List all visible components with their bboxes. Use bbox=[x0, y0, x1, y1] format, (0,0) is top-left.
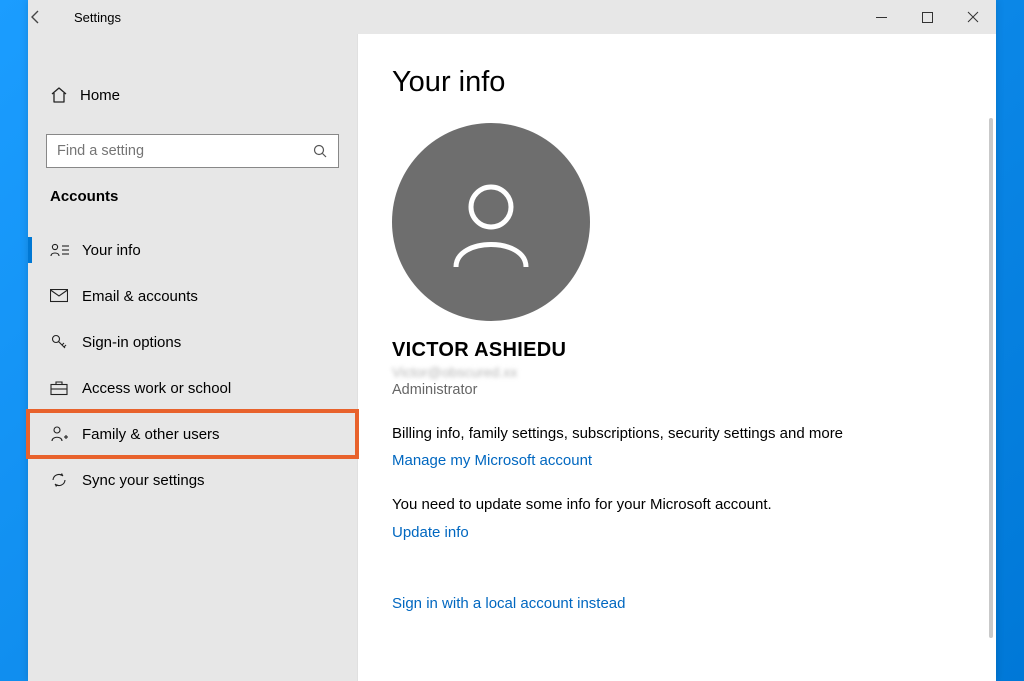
home-button[interactable]: Home bbox=[28, 74, 357, 116]
nav-list: Your info Email & accounts Sign-in optio… bbox=[28, 227, 357, 503]
settings-window: Settings Home bbox=[28, 0, 996, 681]
sidebar: Home Accounts Your info bbox=[28, 34, 358, 681]
nav-label: Email & accounts bbox=[82, 288, 198, 305]
nav-label: Your info bbox=[82, 242, 141, 259]
nav-label: Family & other users bbox=[82, 426, 220, 443]
user-name: VICTOR ASHIEDU bbox=[392, 339, 962, 362]
content-area: Your info VICTOR ASHIEDU Victor@obscured… bbox=[358, 34, 996, 681]
nav-sync-settings[interactable]: Sync your settings bbox=[28, 457, 357, 503]
nav-family-other-users[interactable]: Family & other users bbox=[28, 411, 357, 457]
home-label: Home bbox=[80, 87, 120, 104]
manage-account-link[interactable]: Manage my Microsoft account bbox=[392, 452, 592, 469]
back-button[interactable] bbox=[28, 9, 74, 25]
nav-email-accounts[interactable]: Email & accounts bbox=[28, 273, 357, 319]
nav-label: Sync your settings bbox=[82, 472, 205, 489]
window-title: Settings bbox=[74, 10, 121, 25]
scrollbar[interactable] bbox=[989, 118, 993, 638]
nav-your-info[interactable]: Your info bbox=[28, 227, 357, 273]
page-title: Your info bbox=[392, 66, 962, 99]
sync-icon bbox=[50, 471, 82, 489]
home-icon bbox=[50, 86, 80, 104]
search-input[interactable] bbox=[57, 143, 312, 159]
user-email: Victor@obscured.xx bbox=[392, 364, 962, 380]
nav-label: Access work or school bbox=[82, 380, 231, 397]
add-user-icon bbox=[50, 425, 82, 443]
titlebar: Settings bbox=[28, 0, 996, 34]
search-icon bbox=[312, 143, 328, 159]
briefcase-icon bbox=[50, 380, 82, 396]
mail-icon bbox=[50, 289, 82, 303]
update-info-link[interactable]: Update info bbox=[392, 524, 469, 541]
minimize-button[interactable] bbox=[858, 0, 904, 34]
your-info-icon bbox=[50, 242, 82, 258]
nav-access-work-school[interactable]: Access work or school bbox=[28, 365, 357, 411]
avatar bbox=[392, 123, 590, 321]
search-box[interactable] bbox=[46, 134, 339, 168]
user-role: Administrator bbox=[392, 382, 962, 398]
billing-text: Billing info, family settings, subscript… bbox=[392, 424, 962, 444]
maximize-button[interactable] bbox=[904, 0, 950, 34]
user-icon bbox=[436, 167, 546, 277]
nav-sign-in-options[interactable]: Sign-in options bbox=[28, 319, 357, 365]
key-icon bbox=[50, 333, 82, 351]
section-header: Accounts bbox=[28, 188, 357, 227]
local-account-link[interactable]: Sign in with a local account instead bbox=[392, 595, 625, 612]
update-text: You need to update some info for your Mi… bbox=[392, 495, 962, 515]
close-button[interactable] bbox=[950, 0, 996, 34]
nav-label: Sign-in options bbox=[82, 334, 181, 351]
